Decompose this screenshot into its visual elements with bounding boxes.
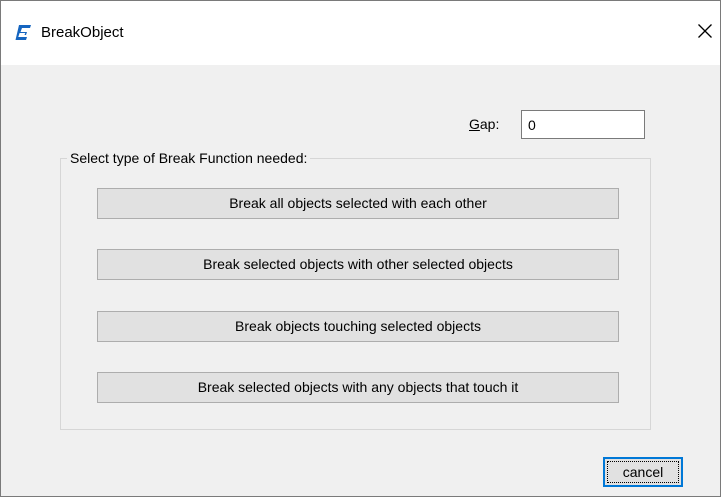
break-selected-with-other-selected-button[interactable]: Break selected objects with other select… bbox=[97, 249, 619, 280]
close-icon bbox=[697, 23, 713, 44]
break-selected-with-any-touching-button[interactable]: Break selected objects with any objects … bbox=[97, 372, 619, 403]
window-title: BreakObject bbox=[41, 24, 124, 41]
cancel-label: cancel bbox=[607, 461, 679, 483]
groupbox-legend: Select type of Break Function needed: bbox=[67, 150, 311, 166]
gap-label: Gap: bbox=[469, 116, 500, 132]
cancel-button[interactable]: cancel bbox=[603, 457, 683, 487]
break-all-selected-each-other-button[interactable]: Break all objects selected with each oth… bbox=[97, 188, 619, 219]
gap-input[interactable] bbox=[521, 110, 645, 139]
breakobject-dialog: BreakObject Gap: Select type of Break Fu… bbox=[0, 0, 721, 497]
title-bar[interactable]: BreakObject bbox=[1, 1, 720, 65]
break-objects-touching-selected-button[interactable]: Break objects touching selected objects bbox=[97, 311, 619, 342]
close-button[interactable] bbox=[690, 13, 720, 53]
app-logo-icon bbox=[15, 24, 32, 41]
